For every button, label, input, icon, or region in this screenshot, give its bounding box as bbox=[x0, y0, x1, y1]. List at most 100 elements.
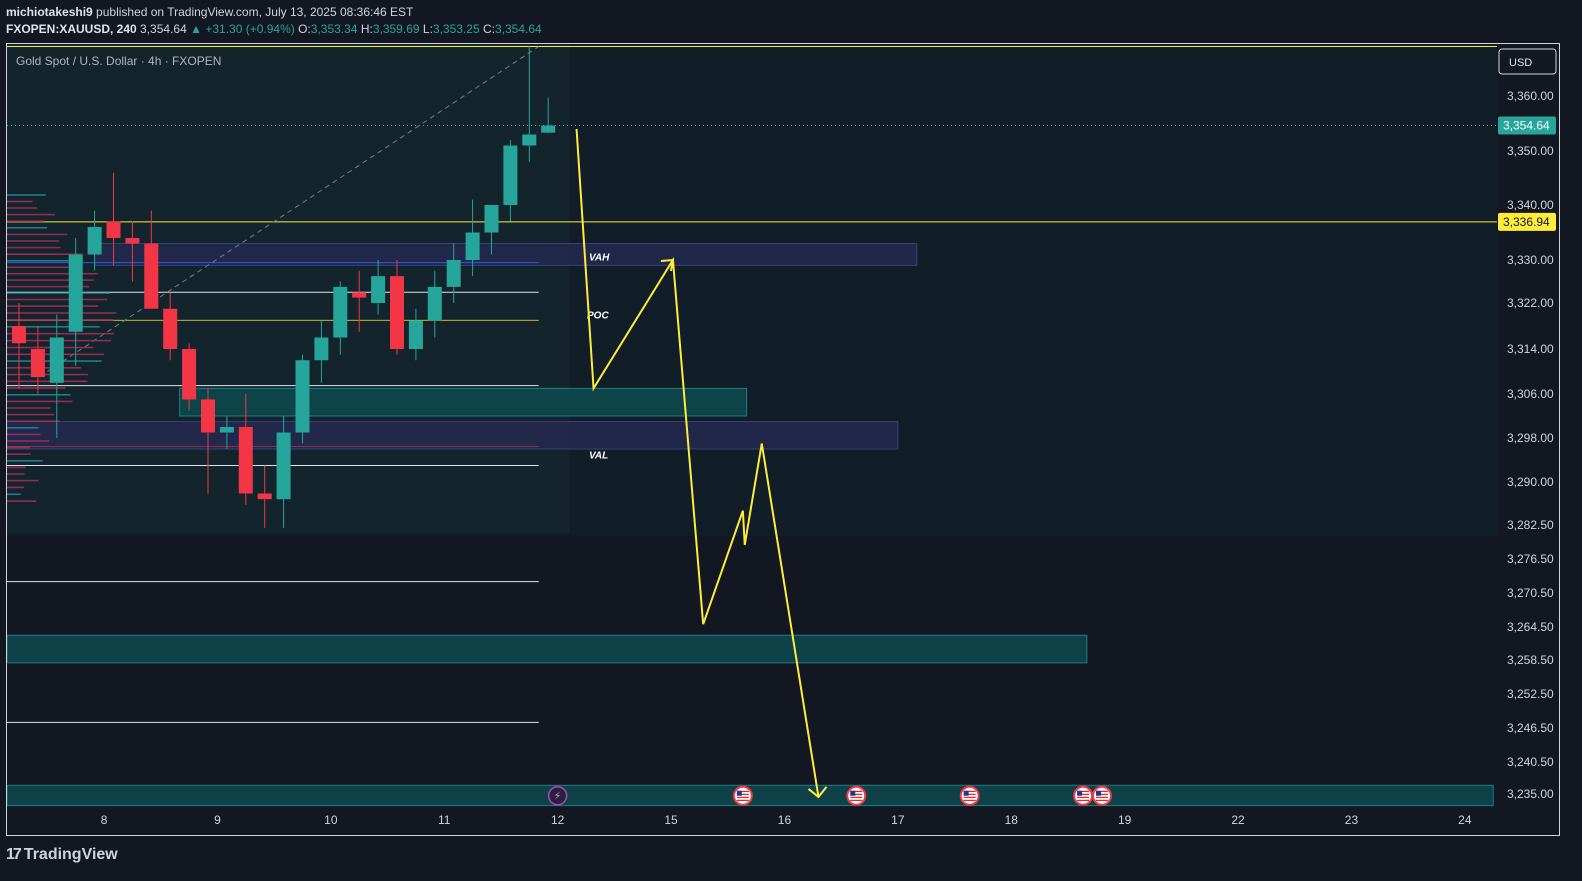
range-shade bbox=[7, 44, 1497, 536]
tradingview-logo-icon: 17 bbox=[6, 846, 22, 863]
lightning-glyph: ⚡ bbox=[554, 791, 562, 803]
x-tick-label: 23 bbox=[1345, 813, 1359, 827]
x-tick-label: 16 bbox=[778, 813, 792, 827]
high-label: H: bbox=[360, 22, 373, 36]
candle-down bbox=[182, 349, 197, 400]
profile-label-poc: POC bbox=[587, 310, 609, 321]
candle-up bbox=[503, 145, 518, 205]
author-name[interactable]: michiotakeshi9 bbox=[6, 5, 93, 19]
level-price-tag-label: 3,336.94 bbox=[1503, 215, 1550, 229]
volume-profile-bar bbox=[7, 227, 48, 229]
volume-profile-bar bbox=[7, 200, 33, 203]
x-tick-label: 19 bbox=[1118, 813, 1132, 827]
us-flag-canton bbox=[1077, 790, 1083, 796]
volume-profile-bar bbox=[7, 220, 45, 222]
volume-profile-bar bbox=[7, 473, 25, 475]
y-tick-label: 3,298.00 bbox=[1507, 431, 1554, 445]
volume-profile-bar bbox=[7, 312, 117, 314]
y-tick-label: 3,322.00 bbox=[1507, 296, 1554, 310]
profile-label-vah: VAH bbox=[589, 253, 610, 264]
candle-down bbox=[163, 308, 178, 349]
low-value: 3,353.25 bbox=[432, 22, 480, 36]
x-tick-label: 10 bbox=[324, 813, 338, 827]
candle-up bbox=[541, 125, 556, 133]
volume-profile-bar bbox=[7, 213, 55, 216]
y-tick-label: 3,258.50 bbox=[1507, 653, 1554, 667]
price-chart[interactable]: VAH POC VAL ⚡ 8 9 10 11 12 15 16 17 18 19 22 23 24 3,3… bbox=[7, 44, 1559, 835]
low-label: L: bbox=[422, 22, 433, 36]
y-tick-label: 3,350.00 bbox=[1507, 144, 1554, 158]
last-price: 3,354.64 bbox=[140, 22, 187, 36]
volume-profile-bar bbox=[7, 433, 41, 436]
us-flag-canton bbox=[963, 790, 969, 796]
close-label: C: bbox=[482, 22, 495, 36]
candle-up bbox=[446, 260, 461, 287]
chart-frame[interactable]: VAH POC VAL ⚡ 8 9 10 11 12 15 16 17 18 19 22 23 24 3,3… bbox=[6, 43, 1560, 836]
y-tick-label: 3,314.00 bbox=[1507, 342, 1554, 356]
y-tick-label: 3,270.50 bbox=[1507, 586, 1554, 600]
y-tick-label: 3,240.50 bbox=[1507, 755, 1554, 769]
brand-name: TradingView bbox=[23, 846, 118, 863]
publish-info: michiotakeshi9 published on TradingView.… bbox=[6, 5, 413, 19]
y-tick-label: 3,276.50 bbox=[1507, 552, 1554, 566]
volume-profile-bar bbox=[7, 400, 73, 403]
candle-up bbox=[295, 360, 310, 433]
us-flag-icon bbox=[959, 785, 980, 806]
volume-profile-bar bbox=[7, 479, 39, 482]
change-up-icon: ▲ bbox=[190, 22, 202, 36]
y-tick-label: 3,360.00 bbox=[1507, 89, 1554, 103]
volume-profile-bar bbox=[7, 440, 50, 442]
candle-up bbox=[408, 320, 423, 349]
candle-up bbox=[87, 227, 102, 255]
volume-profile-bar bbox=[7, 466, 26, 469]
candle-down bbox=[30, 349, 45, 378]
candle-up bbox=[371, 276, 386, 303]
volume-profile-bar bbox=[7, 266, 76, 269]
us-flag-canton bbox=[850, 790, 856, 796]
candle-down bbox=[257, 493, 272, 500]
y-tick-label: 3,264.50 bbox=[1507, 620, 1554, 634]
candle-up bbox=[427, 286, 442, 321]
symbol-info: FXOPEN:XAUUSD, 240 3,354.64 ▲ +31.30 (+0… bbox=[6, 22, 542, 36]
published-text: published on TradingView.com, July 13, 2… bbox=[96, 5, 414, 19]
us-flag-stripe bbox=[963, 796, 976, 799]
x-tick-label: 9 bbox=[214, 813, 221, 827]
last-price-tag-label: 3,354.64 bbox=[1503, 118, 1550, 132]
volume-profile-bar bbox=[7, 207, 38, 209]
candle-down bbox=[106, 221, 121, 238]
us-flag-icon bbox=[732, 785, 753, 806]
x-tick-label: 12 bbox=[551, 813, 565, 827]
us-flag-stripe bbox=[1095, 796, 1108, 799]
symbol-label[interactable]: FXOPEN:XAUUSD, 240 bbox=[6, 22, 137, 36]
x-tick-label: 24 bbox=[1458, 813, 1472, 827]
candle-down bbox=[390, 276, 404, 349]
y-tick-label: 3,282.50 bbox=[1507, 518, 1554, 532]
currency-label: USD bbox=[1509, 57, 1532, 69]
volume-profile-bar bbox=[7, 305, 99, 307]
volume-profile-bar bbox=[7, 260, 77, 262]
us-flag-icon bbox=[1073, 785, 1094, 806]
y-tick-label: 3,290.00 bbox=[1507, 475, 1554, 489]
volume-profile-bar bbox=[7, 292, 111, 294]
x-tick-label: 15 bbox=[664, 813, 678, 827]
volume-profile-bar bbox=[7, 493, 21, 496]
candle-up bbox=[484, 205, 499, 233]
zone-blue-0 bbox=[94, 243, 918, 266]
us-flag-stripe bbox=[736, 799, 749, 802]
us-flag-canton bbox=[1095, 790, 1101, 796]
volume-profile-bar bbox=[7, 453, 31, 455]
us-flag-canton bbox=[736, 790, 742, 796]
volume-profile-bar bbox=[7, 394, 71, 396]
candle-up bbox=[465, 232, 480, 260]
volume-profile-bar bbox=[7, 413, 54, 416]
volume-profile-bar bbox=[7, 298, 108, 301]
volume-profile-bar bbox=[7, 407, 51, 409]
us-flag-stripe bbox=[850, 796, 863, 799]
y-tick-label: 3,340.00 bbox=[1507, 198, 1554, 212]
x-tick-label: 8 bbox=[101, 813, 108, 827]
chart-title: Gold Spot / U.S. Dollar · 4h · FXOPEN bbox=[16, 54, 221, 68]
candle-down bbox=[352, 292, 367, 298]
price-change: +31.30 (+0.94%) bbox=[205, 22, 295, 36]
x-tick-label: 18 bbox=[1005, 813, 1019, 827]
zone-teal-1 bbox=[179, 387, 748, 417]
